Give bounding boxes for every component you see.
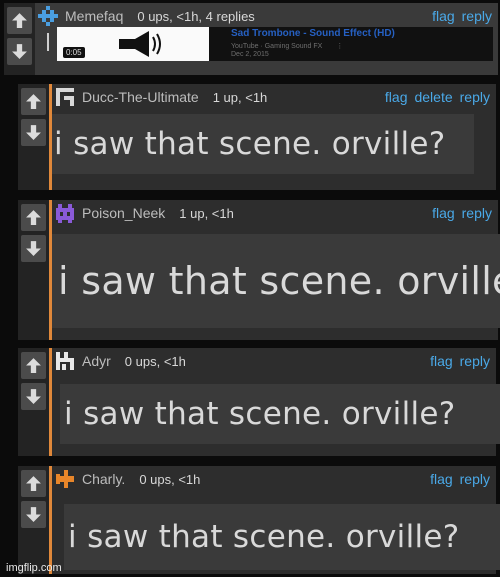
arrow-down-icon	[26, 125, 41, 140]
flag-link[interactable]: flag	[385, 89, 408, 105]
downvote-button[interactable]	[21, 501, 46, 528]
arrow-up-icon	[26, 94, 41, 109]
username[interactable]: Poison_Neek	[82, 205, 165, 221]
comment-image-text: i saw that scene. orville?	[60, 384, 500, 444]
video-title[interactable]: Sad Trombone - Sound Effect (HD)	[231, 28, 493, 39]
comment-reply: Adyr 0 ups, <1h flag reply i saw that sc…	[18, 348, 500, 456]
arrow-up-icon	[12, 13, 27, 28]
arrow-down-icon	[26, 389, 41, 404]
avatar-icon[interactable]	[54, 86, 76, 108]
comment-header: Poison_Neek 1 up, <1h flag reply	[54, 202, 492, 224]
watermark: imgflip.com	[6, 562, 62, 574]
reply-link[interactable]: reply	[460, 471, 490, 487]
comment-image-text: i saw that scene. orville?	[52, 234, 500, 328]
comment-meta: 0 ups, <1h	[139, 471, 201, 487]
reply-link[interactable]: reply	[462, 8, 492, 24]
comment-actions: flag reply	[430, 471, 490, 487]
comment-meta: 0 ups, <1h	[124, 353, 186, 369]
comment-body: Memefaq 0 ups, <1h, 4 replies flag reply…	[35, 3, 498, 75]
comment-reply: Ducc-The-Ultimate 1 up, <1h flag delete …	[18, 84, 496, 190]
username[interactable]: Memefaq	[65, 8, 123, 24]
comment-header: Memefaq 0 ups, <1h, 4 replies flag reply	[37, 5, 492, 27]
downvote-button[interactable]	[7, 38, 32, 65]
video-date: Dec 2, 2015	[231, 51, 269, 58]
comment-reply: Charly. 0 ups, <1h flag reply i saw that…	[18, 466, 500, 574]
comment-body: Adyr 0 ups, <1h flag reply i saw that sc…	[52, 348, 500, 456]
avatar-icon[interactable]	[54, 350, 76, 372]
comment-body: Charly. 0 ups, <1h flag reply i saw that…	[52, 466, 500, 574]
avatar-icon[interactable]	[54, 202, 76, 224]
comment-meta: 1 up, <1h	[212, 89, 268, 105]
comment-header: Charly. 0 ups, <1h flag reply	[54, 468, 490, 490]
avatar-icon[interactable]	[37, 5, 59, 27]
delete-link[interactable]: delete	[414, 89, 452, 105]
arrow-up-icon	[26, 210, 41, 225]
flag-link[interactable]: flag	[432, 8, 455, 24]
arrow-up-icon	[26, 358, 41, 373]
arrow-down-icon	[26, 507, 41, 522]
downvote-button[interactable]	[21, 235, 46, 262]
upvote-button[interactable]	[21, 470, 46, 497]
arrow-up-icon	[26, 476, 41, 491]
vote-column	[18, 466, 49, 574]
vote-column	[18, 348, 49, 456]
comment-image-text: i saw that scene. orville?	[64, 504, 500, 570]
comment-actions: flag reply	[430, 353, 490, 369]
reply-link[interactable]: reply	[462, 205, 492, 221]
username[interactable]: Charly.	[82, 471, 125, 487]
comment-root: Memefaq 0 ups, <1h, 4 replies flag reply…	[4, 3, 498, 75]
more-icon[interactable]: ⋮	[336, 43, 343, 50]
upvote-button[interactable]	[7, 7, 32, 34]
comment-actions: flag delete reply	[385, 89, 490, 105]
channel-text: YouTube · Gaming Sound FX	[231, 43, 323, 50]
upvote-button[interactable]	[21, 88, 46, 115]
avatar-icon[interactable]	[54, 468, 76, 490]
comment-meta: 1 up, <1h	[179, 205, 234, 221]
downvote-button[interactable]	[21, 383, 46, 410]
reply-link[interactable]: reply	[460, 353, 490, 369]
comment-meta: 0 ups, <1h, 4 replies	[137, 8, 255, 24]
video-channel: YouTube · Gaming Sound FX ⋮	[231, 42, 343, 50]
comment-body: Poison_Neek 1 up, <1h flag reply i saw t…	[52, 200, 500, 340]
username[interactable]: Ducc-The-Ultimate	[82, 89, 199, 105]
arrow-down-icon	[26, 241, 41, 256]
vote-column	[18, 84, 49, 190]
comment-reply: Poison_Neek 1 up, <1h flag reply i saw t…	[18, 200, 500, 340]
comment-actions: flag reply	[432, 8, 492, 24]
flag-link[interactable]: flag	[432, 205, 455, 221]
username[interactable]: Adyr	[82, 353, 111, 369]
comment-image-text: i saw that scene. orville?	[52, 114, 474, 174]
comment-header: Ducc-The-Ultimate 1 up, <1h flag delete …	[54, 86, 490, 108]
arrow-down-icon	[12, 44, 27, 59]
flag-link[interactable]: flag	[430, 353, 453, 369]
comment-header: Adyr 0 ups, <1h flag reply	[54, 350, 490, 372]
video-duration: 0:05	[63, 47, 85, 58]
upvote-button[interactable]	[21, 204, 46, 231]
reply-link[interactable]: reply	[460, 89, 490, 105]
video-thumbnail[interactable]: 0:05	[57, 27, 209, 61]
downvote-button[interactable]	[21, 119, 46, 146]
text-caret	[47, 33, 49, 51]
comment-body: Ducc-The-Ultimate 1 up, <1h flag delete …	[52, 84, 496, 190]
vote-column	[18, 200, 49, 340]
flag-link[interactable]: flag	[430, 471, 453, 487]
youtube-embed[interactable]: 0:05 Sad Trombone - Sound Effect (HD) Yo…	[57, 27, 493, 61]
upvote-button[interactable]	[21, 352, 46, 379]
vote-column	[4, 3, 35, 75]
comment-actions: flag reply	[432, 205, 492, 221]
